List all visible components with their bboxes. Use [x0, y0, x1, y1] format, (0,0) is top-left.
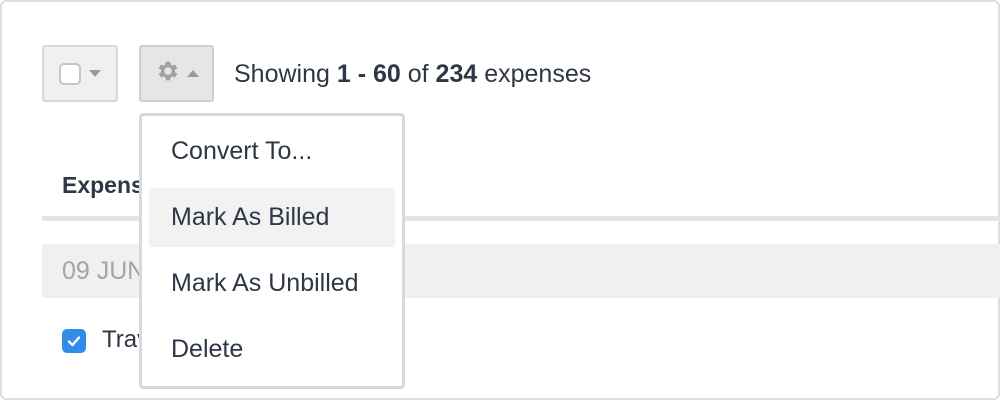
summary-of: of — [400, 60, 436, 88]
gear-icon — [155, 58, 181, 89]
bulk-actions-menu: Convert To... Mark As Billed Mark As Unb… — [139, 113, 405, 389]
expense-row-label[interactable]: Travel — [102, 326, 140, 354]
row-checkbox[interactable] — [62, 329, 86, 353]
menu-item-mark-as-unbilled[interactable]: Mark As Unbilled — [149, 254, 395, 313]
bulk-actions-button[interactable] — [139, 45, 214, 102]
menu-item-mark-as-billed[interactable]: Mark As Billed — [149, 188, 395, 247]
select-all-dropdown-button[interactable] — [42, 45, 118, 102]
summary-prefix: Showing — [234, 60, 337, 88]
column-header-expense[interactable]: Expense — [62, 172, 140, 199]
results-summary: Showing 1 - 60 of 234 expenses — [234, 60, 591, 89]
select-all-checkbox[interactable] — [59, 62, 81, 85]
menu-item-convert-to[interactable]: Convert To... — [149, 122, 395, 181]
date-group-label: 09 JUN — [62, 257, 140, 285]
summary-total: 234 — [435, 60, 478, 88]
checkmark-icon — [67, 336, 81, 347]
app-frame: Showing 1 - 60 of 234 expenses Expense 0… — [0, 0, 1000, 400]
chevron-down-icon — [89, 70, 101, 77]
menu-item-delete[interactable]: Delete — [149, 320, 395, 379]
chevron-up-icon — [186, 70, 199, 77]
summary-range: 1 - 60 — [336, 60, 401, 88]
summary-suffix: expenses — [477, 60, 592, 88]
